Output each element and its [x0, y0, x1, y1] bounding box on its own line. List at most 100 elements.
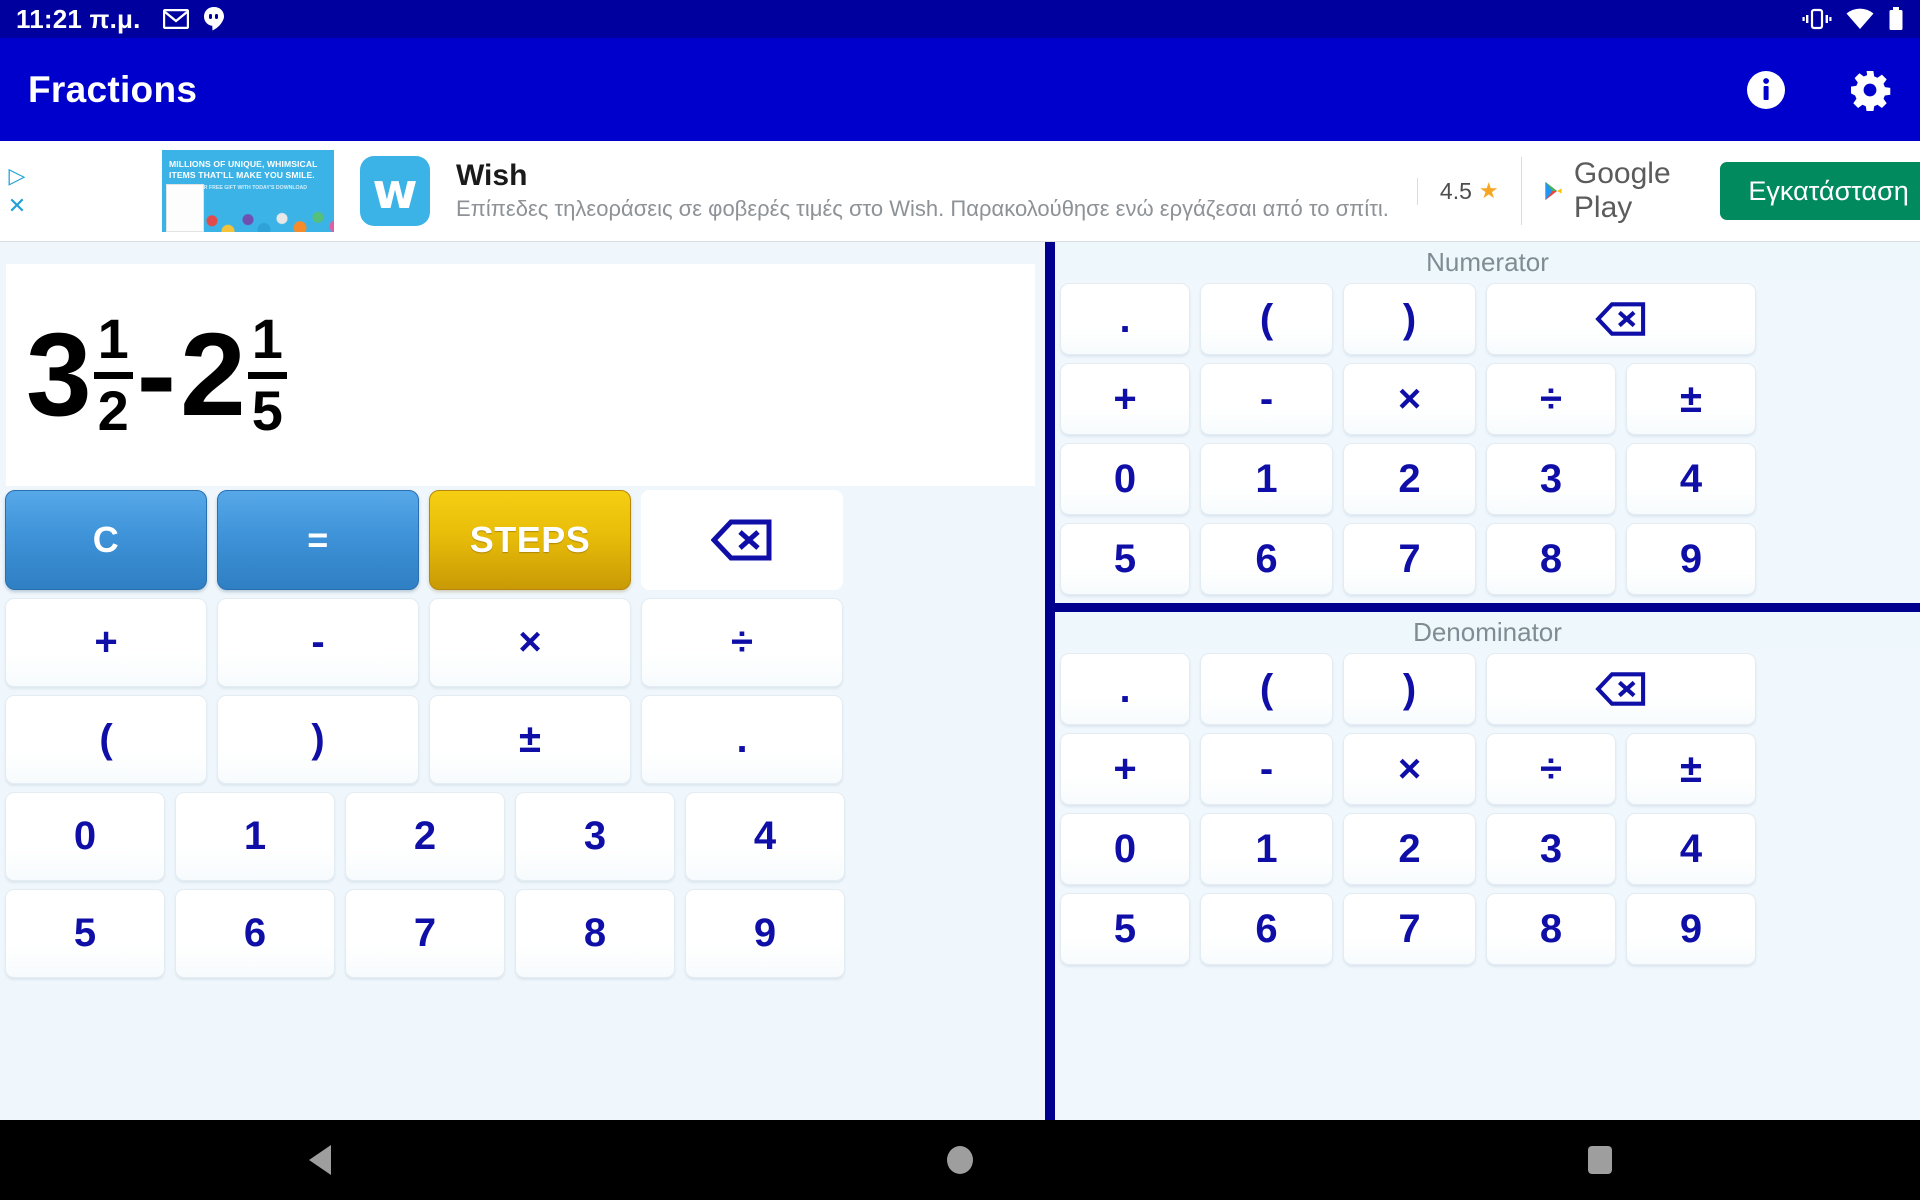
star-icon: ★	[1478, 178, 1499, 203]
expression-display[interactable]: 3 1 2 - 2 1 5	[6, 264, 1035, 486]
denominator-key-plus-minus[interactable]: ±	[1626, 733, 1756, 805]
numerator-key-digit-9[interactable]: 9	[1626, 523, 1756, 595]
numerator-key-open-paren[interactable]: (	[1200, 283, 1333, 355]
ad-markers: ▷ ✕	[0, 141, 34, 241]
denominator-key-multiply[interactable]: ×	[1343, 733, 1476, 805]
key-plus-minus[interactable]: ±	[429, 695, 631, 784]
vibrate-icon	[1802, 8, 1832, 30]
key-cell: C	[0, 486, 212, 594]
ad-banner[interactable]: ▷ ✕ MILLIONS OF UNIQUE, WHIMSICAL ITEMS …	[0, 141, 1920, 242]
denominator-backspace-button[interactable]	[1486, 653, 1756, 725]
key-digit-5[interactable]: 5	[5, 889, 165, 978]
denominator-key-digit-2[interactable]: 2	[1343, 813, 1476, 885]
numerator-key-digit-8[interactable]: 8	[1486, 523, 1616, 595]
numerator-key-plus[interactable]: +	[1060, 363, 1190, 435]
ad-store-label: Google Play	[1573, 157, 1671, 224]
numerator-backspace-button[interactable]	[1486, 283, 1756, 355]
numerator-key-digit-7[interactable]: 7	[1343, 523, 1476, 595]
key-digit-3[interactable]: 3	[515, 792, 675, 881]
key-cell: ÷	[1481, 359, 1621, 439]
clear-button[interactable]: C	[5, 490, 207, 590]
key-decimal-point[interactable]: .	[641, 695, 843, 784]
settings-gear-icon[interactable]	[1848, 68, 1892, 112]
ad-close-icon[interactable]: ✕	[8, 195, 26, 217]
key-cell: 5	[1055, 519, 1195, 599]
denominator-key-digit-5[interactable]: 5	[1060, 893, 1190, 965]
back-button[interactable]	[275, 1120, 365, 1200]
numerator-key-digit-5[interactable]: 5	[1060, 523, 1190, 595]
numerator-key-digit-2[interactable]: 2	[1343, 443, 1476, 515]
numerator-key-close-paren[interactable]: )	[1343, 283, 1476, 355]
steps-button[interactable]: STEPS	[429, 490, 631, 590]
adchoices-icon[interactable]: ▷	[9, 165, 26, 187]
home-button[interactable]	[915, 1120, 1005, 1200]
key-cell: 5	[1055, 889, 1195, 969]
key-digit-7[interactable]: 7	[345, 889, 505, 978]
key-cell: -	[212, 594, 424, 691]
denominator-key-digit-6[interactable]: 6	[1200, 893, 1333, 965]
key-minus[interactable]: -	[217, 598, 419, 687]
main-keypad: C = STEPS + - × ÷ () ± . 0 1 2 3 4 5 6 …	[0, 486, 1045, 982]
key-cell: .	[1055, 279, 1195, 359]
denominator-key-divide[interactable]: ÷	[1486, 733, 1616, 805]
numerator-key-digit-3[interactable]: 3	[1486, 443, 1616, 515]
numerator-key-divide[interactable]: ÷	[1486, 363, 1616, 435]
equals-button[interactable]: =	[217, 490, 419, 590]
key-digit-8[interactable]: 8	[515, 889, 675, 978]
key-digit-2[interactable]: 2	[345, 792, 505, 881]
numerator-key-plus-minus[interactable]: ±	[1626, 363, 1756, 435]
action-row: C = STEPS	[0, 486, 1045, 594]
denominator-key-digit-9[interactable]: 9	[1626, 893, 1756, 965]
info-icon[interactable]	[1744, 68, 1788, 112]
key-digit-1[interactable]: 1	[175, 792, 335, 881]
key-cell: ÷	[636, 594, 848, 691]
numerator-key-digit-0[interactable]: 0	[1060, 443, 1190, 515]
denominator-key-digit-4[interactable]: 4	[1626, 813, 1756, 885]
numerator-key-minus[interactable]: -	[1200, 363, 1333, 435]
ad-install-button[interactable]: Εγκατάσταση	[1720, 162, 1920, 220]
key-digit-0[interactable]: 0	[5, 792, 165, 881]
denominator-key-digit-0[interactable]: 0	[1060, 813, 1190, 885]
display-wrapper: 3 1 2 - 2 1 5	[0, 242, 1045, 486]
denominator-key-digit-3[interactable]: 3	[1486, 813, 1616, 885]
key-plus[interactable]: +	[5, 598, 207, 687]
denominator-key-close-paren[interactable]: )	[1343, 653, 1476, 725]
key-divide[interactable]: ÷	[641, 598, 843, 687]
page-title: Fractions	[28, 68, 198, 110]
app-bar-actions	[1744, 68, 1892, 112]
key-digit-4[interactable]: 4	[685, 792, 845, 881]
operator-row-1: + - × ÷	[0, 594, 1045, 691]
recents-button[interactable]	[1555, 1120, 1645, 1200]
denominator-key-plus[interactable]: +	[1060, 733, 1190, 805]
numerator-key-digit-4[interactable]: 4	[1626, 443, 1756, 515]
denominator-key-minus[interactable]: -	[1200, 733, 1333, 805]
key-close-paren[interactable]: )	[217, 695, 419, 784]
key-cell	[636, 486, 848, 594]
numerator-key-digit-1[interactable]: 1	[1200, 443, 1333, 515]
key-digit-6[interactable]: 6	[175, 889, 335, 978]
key-cell: +	[1055, 359, 1195, 439]
key-open-paren[interactable]: (	[5, 695, 207, 784]
key-digit-9[interactable]: 9	[685, 889, 845, 978]
numerator-key-digit-6[interactable]: 6	[1200, 523, 1333, 595]
denominator-key-open-paren[interactable]: (	[1200, 653, 1333, 725]
key-cell: 4	[1621, 439, 1761, 519]
expression-pane: 3 1 2 - 2 1 5 C = STEPS + - × ÷ () ± . …	[0, 242, 1045, 1120]
key-multiply[interactable]: ×	[429, 598, 631, 687]
status-notification-icons	[162, 7, 225, 31]
term1-numerator: 1	[97, 306, 129, 370]
numerator-digit-row-2: 5 6 7 8 9	[1055, 519, 1920, 599]
denominator-key-digit-1[interactable]: 1	[1200, 813, 1333, 885]
recents-square-icon	[1588, 1146, 1612, 1174]
denominator-key-digit-7[interactable]: 7	[1343, 893, 1476, 965]
denominator-key-digit-8[interactable]: 8	[1486, 893, 1616, 965]
numerator-key-decimal-point[interactable]: .	[1060, 283, 1190, 355]
main-content: 3 1 2 - 2 1 5 C = STEPS + - × ÷ () ± . …	[0, 242, 1920, 1120]
numerator-key-multiply[interactable]: ×	[1343, 363, 1476, 435]
key-cell: (	[0, 691, 212, 788]
term2-fraction: 1 5	[247, 309, 287, 441]
backspace-button[interactable]	[641, 490, 843, 590]
denominator-key-decimal-point[interactable]: .	[1060, 653, 1190, 725]
key-cell: ±	[1621, 729, 1761, 809]
key-cell: 8	[510, 885, 680, 982]
